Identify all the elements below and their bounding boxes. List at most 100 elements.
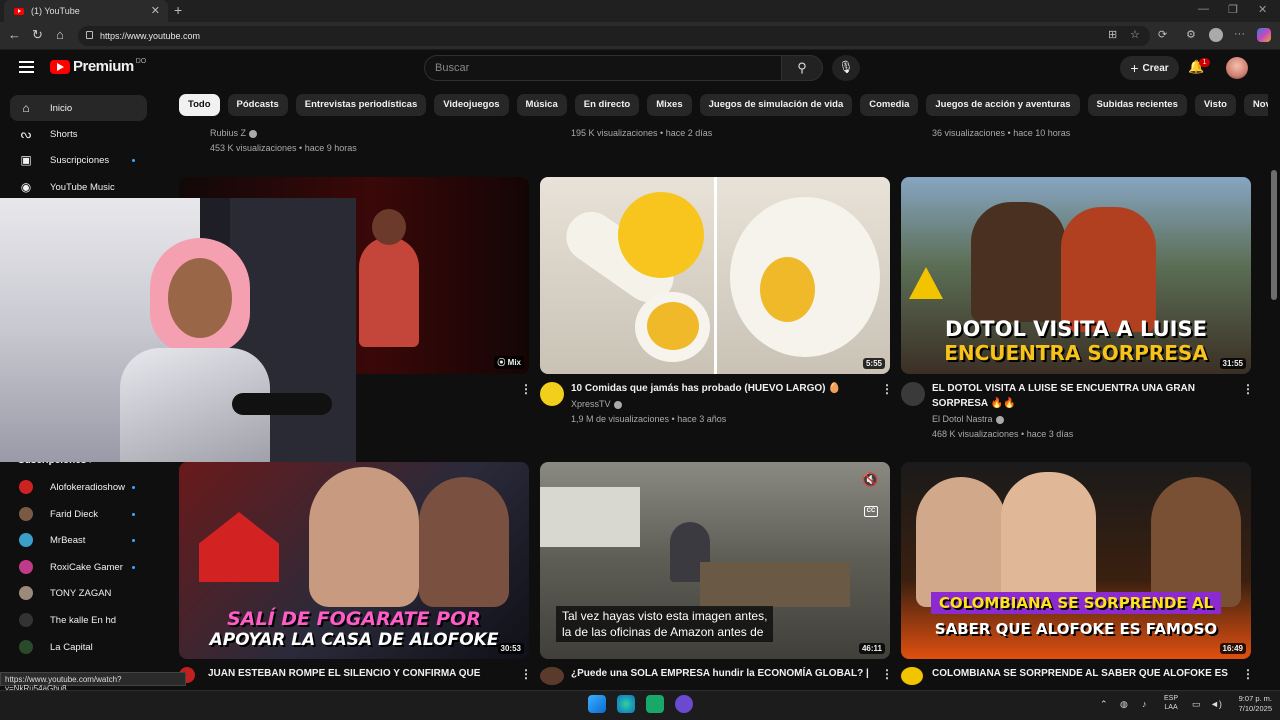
chip-4[interactable]: Música [516, 94, 567, 116]
thumbnail-person [971, 202, 1066, 322]
channel-avatar [19, 533, 33, 547]
microphone-icon: 🎙 [838, 60, 854, 74]
muted-icon[interactable]: 🔇 [862, 472, 878, 488]
video-duration: 46:11 [858, 643, 885, 654]
subscriptions-icon: ▣ [20, 153, 32, 167]
channel-name[interactable]: XpressTV [571, 399, 622, 409]
chip-8[interactable]: Comedia [860, 94, 919, 116]
channel-avatar[interactable] [901, 382, 925, 406]
subscription-item[interactable]: Farid Dieck [10, 501, 147, 527]
subscription-item[interactable]: Alofokeradioshow [10, 474, 147, 500]
discord-icon[interactable] [675, 695, 693, 713]
notification-count-badge: 1 [1199, 58, 1210, 67]
video-menu-icon[interactable]: ⋮ [881, 667, 893, 681]
channel-avatar[interactable] [540, 382, 564, 406]
display-icon[interactable]: ▭ [1192, 699, 1201, 710]
network-icon[interactable]: ◍ [1120, 699, 1128, 710]
search-input[interactable]: Buscar [424, 55, 782, 81]
favorite-star-icon[interactable]: ☆ [1130, 28, 1140, 41]
channel-avatar[interactable] [540, 667, 564, 685]
video-title[interactable]: ¿Puede una SOLA EMPRESA hundir la ECONOM… [571, 667, 871, 681]
chip-0[interactable]: Todo [179, 94, 220, 116]
subscription-item[interactable]: MrBeast [10, 527, 147, 553]
app-store-icon[interactable] [646, 695, 664, 713]
browser-tab[interactable]: (1) YouTube ✕ [4, 0, 168, 22]
video-thumbnail[interactable]: 5:55 [540, 177, 890, 374]
egg-yolk-image [647, 302, 699, 350]
video-title[interactable]: 10 Comidas que jamás has probado (HUEVO … [571, 382, 871, 397]
thumbnail-person [916, 477, 1006, 607]
video-thumbnail[interactable]: Tal vez hayas visto esta imagen antes, la… [540, 462, 890, 659]
chip-5[interactable]: En directo [574, 94, 640, 116]
video-menu-icon[interactable]: ⋮ [520, 667, 532, 681]
video-title[interactable]: EL DOTOL VISITA A LUISE SE ENCUENTRA UNA… [932, 382, 1232, 411]
channel-name[interactable]: El Dotol Nastra [932, 414, 1004, 424]
new-tab-icon[interactable]: + [174, 2, 182, 18]
sidebar-item-youtube-music[interactable]: ◉ YouTube Music [10, 174, 147, 200]
profile-icon[interactable] [1209, 28, 1223, 42]
windows-start-icon[interactable] [588, 695, 606, 713]
video-menu-icon[interactable]: ⋮ [881, 382, 893, 396]
chip-7[interactable]: Juegos de simulación de vida [699, 94, 853, 116]
chip-6[interactable]: Mixes [647, 94, 692, 116]
create-button[interactable]: + Crear [1120, 56, 1179, 80]
video-title[interactable]: JUAN ESTEBAN ROMPE EL SILENCIO Y CONFIRM… [208, 667, 508, 681]
more-options-icon[interactable]: ··· [1234, 28, 1245, 40]
extensions-icon[interactable]: ⚙ [1186, 28, 1196, 41]
subscription-item[interactable]: The kalle En hd [10, 607, 147, 633]
video-title[interactable]: COLOMBIANA SE SORPRENDE AL SABER QUE ALO… [932, 667, 1232, 681]
tray-overflow-icon[interactable]: ⌃ [1100, 699, 1108, 710]
video-menu-icon[interactable]: ⋮ [1242, 382, 1254, 396]
subscription-item[interactable]: La Capital [10, 634, 147, 660]
menu-icon[interactable] [19, 61, 34, 73]
mic-tray-icon[interactable]: ♪ [1142, 699, 1147, 709]
channel-name[interactable]: Rubius Z [210, 128, 258, 138]
house-logo-icon [199, 512, 279, 582]
refresh-extension-icon[interactable]: ⟳ [1158, 28, 1167, 41]
language-indicator[interactable]: ESP LAA [1164, 694, 1178, 712]
channel-avatar[interactable] [901, 667, 923, 685]
chip-1[interactable]: Pódcasts [227, 94, 288, 116]
edge-browser-icon[interactable] [617, 695, 635, 713]
subscription-item[interactable]: TONY ZAGAN [10, 580, 147, 606]
chip-11[interactable]: Visto [1194, 94, 1236, 116]
scrollbar-thumb[interactable] [1271, 170, 1277, 300]
maximize-icon[interactable]: ❐ [1228, 3, 1238, 16]
sidebar-item-suscripciones[interactable]: ▣ Suscripciones [10, 147, 147, 173]
music-icon: ◉ [20, 180, 32, 194]
warning-sign-icon [909, 267, 943, 299]
url-field[interactable]: https://www.youtube.com [78, 26, 1150, 46]
subscription-item[interactable]: RoxiCake Gamer [10, 554, 147, 580]
sidebar-item-inicio[interactable]: ⌂ Inicio [10, 95, 147, 121]
page-scrollbar[interactable] [1268, 90, 1280, 675]
reload-icon[interactable]: ↻ [32, 27, 43, 43]
chip-10[interactable]: Subidas recientes [1087, 94, 1187, 116]
thumbnail-divider [714, 177, 717, 374]
video-thumbnail[interactable]: DOTOL VISITA A LUISE ENCUENTRA SORPRESA … [901, 177, 1251, 374]
home-browser-icon[interactable]: ⌂ [56, 27, 64, 42]
voice-search-button[interactable]: 🎙 [832, 55, 860, 81]
close-tab-icon[interactable]: ✕ [151, 4, 160, 17]
clock[interactable]: 9:07 p. m. 7/10/2025 [1228, 694, 1272, 714]
back-icon[interactable]: ← [8, 27, 21, 42]
chip-3[interactable]: Videojuegos [434, 94, 509, 116]
sidebar-item-shorts[interactable]: ᔓ Shorts [10, 121, 147, 147]
minimize-icon[interactable]: — [1198, 3, 1209, 15]
account-avatar[interactable] [1226, 57, 1248, 79]
chip-2[interactable]: Entrevistas periodísticas [295, 94, 427, 116]
app-available-icon[interactable]: ⊞ [1108, 28, 1117, 41]
desk-image [700, 562, 850, 607]
youtube-logo[interactable]: Premium DO [50, 58, 146, 75]
copilot-icon[interactable] [1257, 28, 1271, 42]
video-menu-icon[interactable]: ⋮ [520, 382, 532, 396]
video-thumbnail[interactable]: COLOMBIANA SE SORPRENDE AL SABER QUE ALO… [901, 462, 1251, 659]
video-menu-icon[interactable]: ⋮ [1242, 667, 1254, 681]
shorts-icon: ᔓ [20, 127, 32, 141]
thumbnail-person [1151, 477, 1241, 607]
close-window-icon[interactable]: ✕ [1258, 3, 1267, 16]
captions-icon[interactable]: CC [864, 506, 878, 517]
search-button[interactable]: ⚲ [781, 55, 823, 81]
chip-9[interactable]: Juegos de acción y aventuras [926, 94, 1080, 116]
video-thumbnail[interactable]: SALÍ DE FOGARATE POR APOYAR LA CASA DE A… [179, 462, 529, 659]
volume-icon[interactable]: ◄) [1210, 699, 1222, 709]
